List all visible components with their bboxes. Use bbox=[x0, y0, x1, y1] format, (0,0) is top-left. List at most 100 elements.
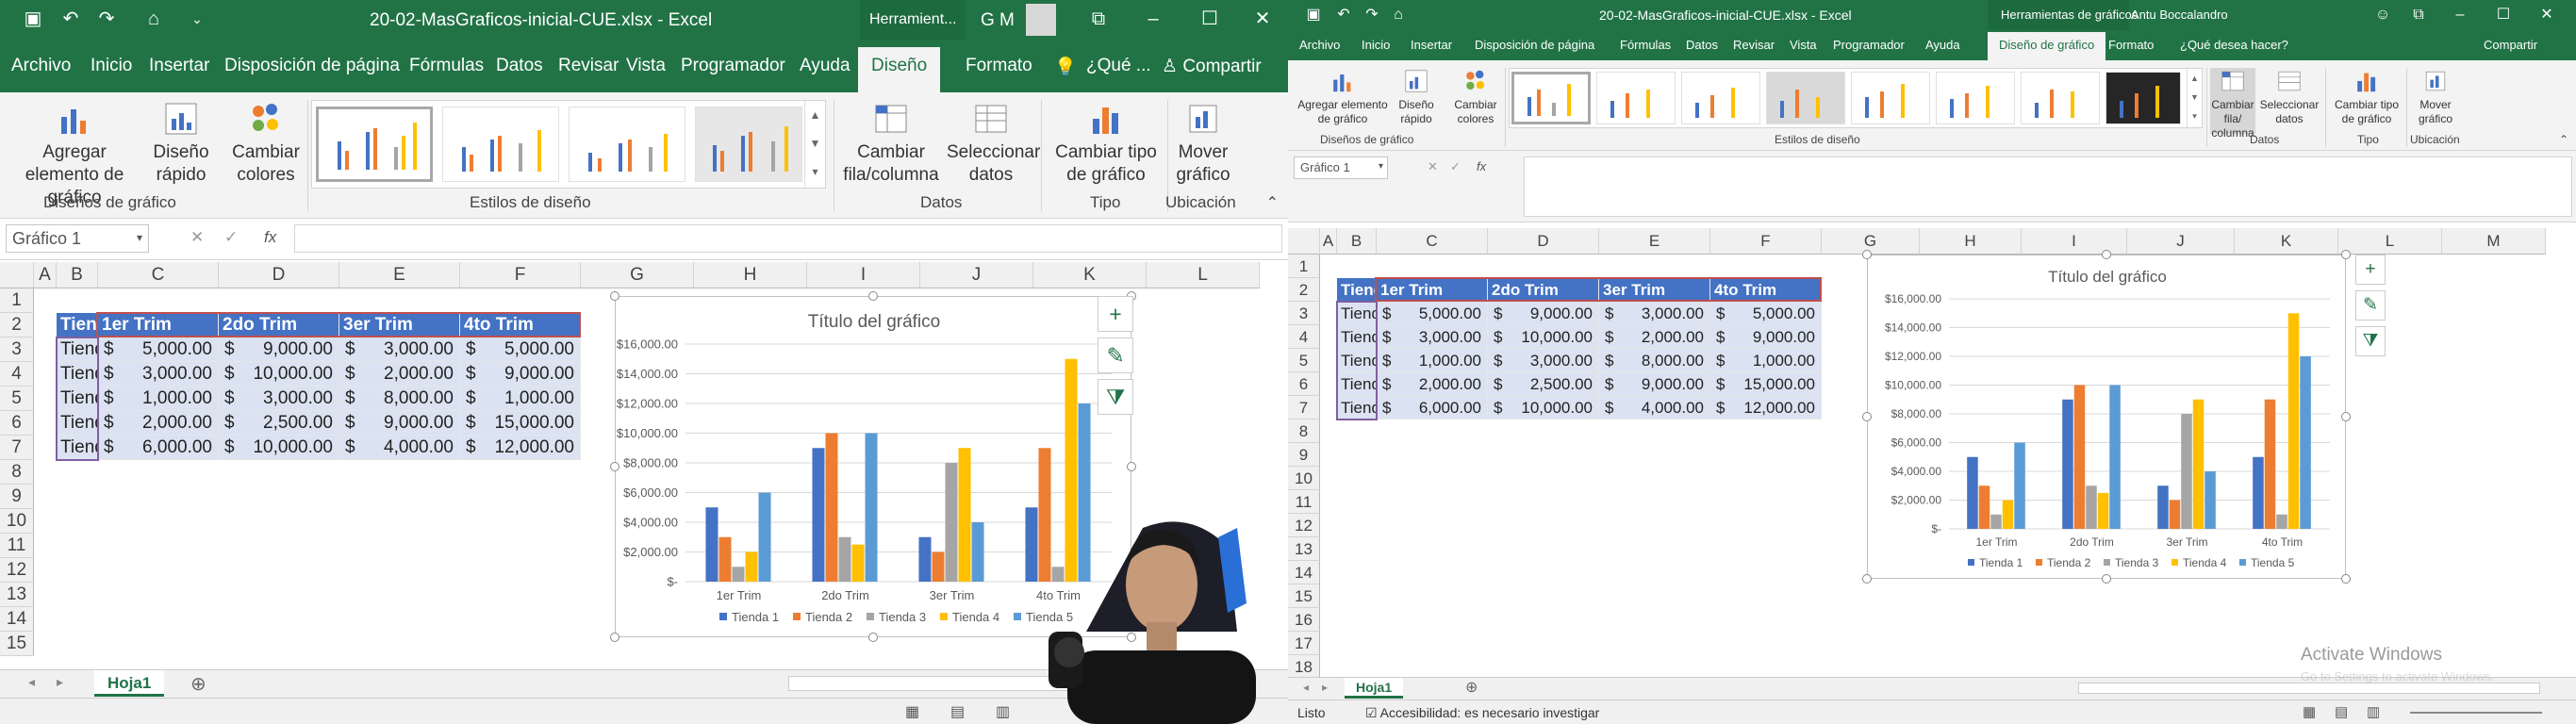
legend-entry[interactable]: Tienda 1 bbox=[732, 610, 779, 624]
column-header-j[interactable]: J bbox=[920, 262, 1033, 288]
worksheet-grid[interactable]: A B C D E F G H I J K L M 1 2 3 4 5 6 7 8 9 10 11 12 13 14 15 16 17 18… bbox=[1288, 228, 2576, 677]
bar-tienda-1-1[interactable] bbox=[812, 448, 825, 582]
tab-inicio[interactable]: Inicio bbox=[91, 56, 132, 76]
bar-tienda-1-3[interactable] bbox=[1025, 507, 1038, 582]
column-header-j[interactable]: J bbox=[2127, 228, 2235, 255]
value-cell[interactable]: $5,000.00 bbox=[98, 337, 219, 362]
value-cell[interactable]: $10,000.00 bbox=[219, 436, 339, 460]
legend-entry[interactable]: Tienda 5 bbox=[2251, 556, 2295, 569]
legend-entry[interactable]: Tienda 3 bbox=[879, 610, 926, 624]
bar-tienda-5-3[interactable] bbox=[2300, 356, 2311, 529]
column-header-c[interactable]: C bbox=[98, 262, 219, 288]
normal-view-icon[interactable]: ▦ bbox=[2303, 703, 2316, 720]
row-header-15[interactable]: 15 bbox=[0, 632, 34, 656]
column-header-d[interactable]: D bbox=[219, 262, 339, 288]
column-header-g[interactable]: G bbox=[1822, 228, 1920, 255]
value-cell[interactable]: $10,000.00 bbox=[1488, 396, 1599, 420]
bar-tienda-1-3[interactable] bbox=[2253, 456, 2264, 529]
table-header-cell[interactable]: 3er Trim bbox=[339, 313, 460, 337]
value-cell[interactable]: $6,000.00 bbox=[98, 436, 219, 460]
enter-icon[interactable]: ✓ bbox=[224, 228, 238, 247]
formula-input[interactable] bbox=[1524, 156, 2572, 217]
value-cell[interactable]: $3,000.00 bbox=[1377, 325, 1488, 349]
column-header-m[interactable]: M bbox=[2442, 228, 2546, 255]
row-header-12[interactable]: 12 bbox=[0, 558, 34, 583]
change-chart-type-button[interactable]: Cambiar tipo de gráfico bbox=[1049, 100, 1164, 187]
row-header-18[interactable]: 18 bbox=[1288, 655, 1320, 677]
sheet-nav-prev-icon[interactable]: ◂ bbox=[1303, 681, 1309, 694]
column-header-e[interactable]: E bbox=[339, 262, 460, 288]
chart-elements-plus-icon[interactable]: + bbox=[1098, 296, 1133, 332]
bar-tienda-1-1[interactable] bbox=[2062, 399, 2073, 529]
table-header-cell[interactable]: Tienda bbox=[1337, 278, 1377, 302]
tab-inicio[interactable]: Inicio bbox=[1362, 38, 1390, 52]
cancel-icon[interactable]: ✕ bbox=[1428, 159, 1438, 174]
tab-insertar[interactable]: Insertar bbox=[149, 56, 209, 76]
chart-style-7[interactable] bbox=[2021, 72, 2100, 124]
undo-icon[interactable]: ↶ bbox=[58, 8, 83, 30]
bar-tienda-2-1[interactable] bbox=[825, 433, 838, 583]
bar-tienda-5-0[interactable] bbox=[2014, 442, 2025, 530]
chart-style-2[interactable] bbox=[1596, 72, 1676, 124]
page-break-view-icon[interactable]: ▥ bbox=[996, 702, 1010, 721]
value-cell[interactable]: $15,000.00 bbox=[460, 411, 581, 436]
save-icon[interactable]: ▣ bbox=[21, 8, 45, 30]
value-cell[interactable]: $2,500.00 bbox=[219, 411, 339, 436]
bar-tienda-4-1[interactable] bbox=[851, 544, 865, 582]
avatar[interactable]: ☺ bbox=[2370, 4, 2395, 26]
table-header-cell[interactable]: Tienda bbox=[57, 313, 98, 337]
store-label-cell[interactable]: Tienda 3 bbox=[57, 387, 98, 411]
row-header-3[interactable]: 3 bbox=[1288, 302, 1320, 325]
tab-revisar[interactable]: Revisar bbox=[558, 56, 619, 76]
row-header-5[interactable]: 5 bbox=[0, 387, 34, 411]
bar-tienda-1-0[interactable] bbox=[705, 507, 718, 582]
value-cell[interactable]: $9,000.00 bbox=[460, 362, 581, 387]
row-header-1[interactable]: 1 bbox=[1288, 255, 1320, 278]
column-header-e[interactable]: E bbox=[1599, 228, 1710, 255]
bar-tienda-2-3[interactable] bbox=[2264, 399, 2276, 529]
column-header-k[interactable]: K bbox=[1033, 262, 1147, 288]
table-header-cell[interactable]: 3er Trim bbox=[1599, 278, 1710, 302]
resize-handle[interactable] bbox=[868, 633, 878, 642]
tab-archivo[interactable]: Archivo bbox=[11, 56, 71, 76]
legend-entry[interactable]: Tienda 2 bbox=[805, 610, 852, 624]
table-header-cell[interactable]: 2do Trim bbox=[219, 313, 339, 337]
select-all-corner[interactable] bbox=[0, 262, 34, 288]
value-cell[interactable]: $15,000.00 bbox=[1710, 372, 1822, 396]
column-header-l[interactable]: L bbox=[2338, 228, 2442, 255]
value-cell[interactable]: $4,000.00 bbox=[1599, 396, 1710, 420]
value-cell[interactable]: $2,000.00 bbox=[1377, 372, 1488, 396]
bar-tienda-1-0[interactable] bbox=[1967, 456, 1978, 529]
value-cell[interactable]: $5,000.00 bbox=[460, 337, 581, 362]
quick-access-icon[interactable]: ⌂ bbox=[141, 8, 166, 30]
quick-access-icon[interactable]: ⌂ bbox=[1386, 4, 1411, 26]
undo-icon[interactable]: ↶ bbox=[1331, 4, 1356, 26]
chart-title[interactable]: Título del gráfico bbox=[808, 312, 940, 332]
tab-revisar[interactable]: Revisar bbox=[1733, 38, 1775, 52]
maximize-icon[interactable]: ☐ bbox=[1197, 8, 1222, 30]
chart-style-3[interactable] bbox=[569, 107, 685, 182]
column-header-a[interactable]: A bbox=[1320, 228, 1337, 255]
table-header-cell[interactable]: 4to Trim bbox=[460, 313, 581, 337]
collapse-ribbon-icon[interactable]: ⌃ bbox=[1266, 193, 1279, 212]
legend-entry[interactable]: Tienda 3 bbox=[2115, 556, 2159, 569]
chart-styles-brush-icon[interactable]: ✎ bbox=[1098, 337, 1133, 373]
column-header-b[interactable]: B bbox=[1337, 228, 1377, 255]
row-header-9[interactable]: 9 bbox=[0, 485, 34, 509]
value-cell[interactable]: $4,000.00 bbox=[339, 436, 460, 460]
column-header-i[interactable]: I bbox=[807, 262, 920, 288]
tab-archivo[interactable]: Archivo bbox=[1299, 38, 1340, 52]
value-cell[interactable]: $1,000.00 bbox=[98, 387, 219, 411]
tab-diseno[interactable]: Diseño bbox=[858, 47, 941, 92]
tab-ayuda[interactable]: Ayuda bbox=[1925, 38, 1960, 52]
chart-style-4[interactable] bbox=[695, 107, 802, 182]
horizontal-scrollbar[interactable] bbox=[2078, 683, 2540, 694]
bar-tienda-2-2[interactable] bbox=[932, 551, 945, 583]
resize-handle[interactable] bbox=[2341, 250, 2351, 259]
resize-handle[interactable] bbox=[1862, 574, 1872, 584]
tab-programador[interactable]: Programador bbox=[1833, 38, 1905, 52]
legend-entry[interactable]: Tienda 2 bbox=[2047, 556, 2091, 569]
bar-tienda-5-1[interactable] bbox=[865, 433, 878, 583]
chart-filter-icon[interactable]: ⧩ bbox=[1098, 379, 1133, 415]
column-header-h[interactable]: H bbox=[694, 262, 807, 288]
